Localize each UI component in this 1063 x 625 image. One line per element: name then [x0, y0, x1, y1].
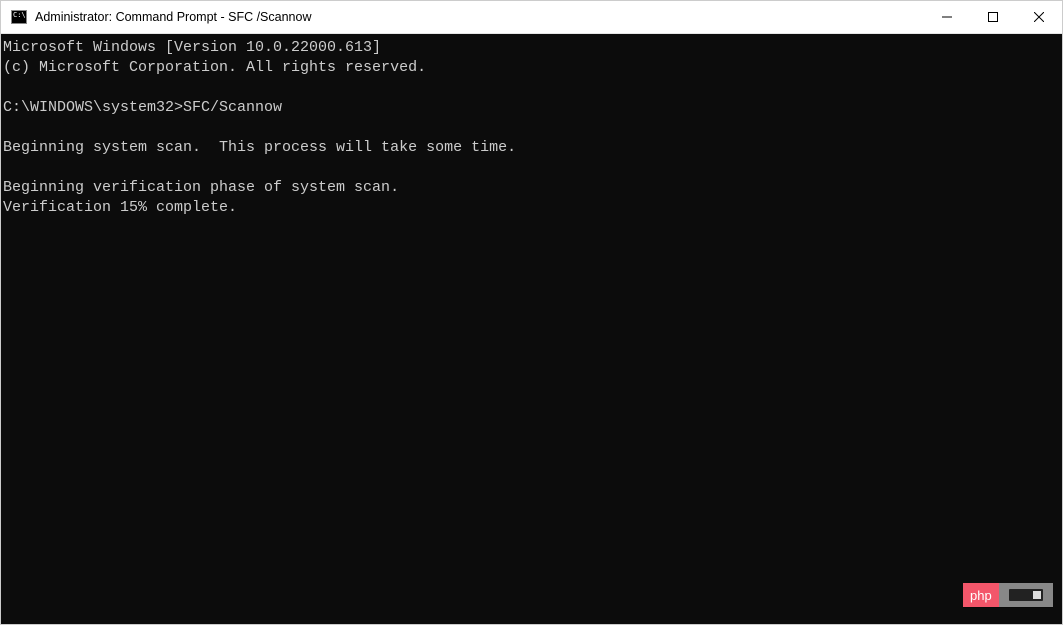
titlebar[interactable]: Administrator: Command Prompt - SFC /Sca…: [1, 1, 1062, 34]
window-title: Administrator: Command Prompt - SFC /Sca…: [35, 10, 924, 24]
terminal-line: Microsoft Windows [Version 10.0.22000.61…: [3, 39, 381, 56]
maximize-button[interactable]: [970, 1, 1016, 33]
terminal-line: Beginning system scan. This process will…: [3, 139, 516, 156]
terminal-line: Beginning verification phase of system s…: [3, 179, 399, 196]
watermark-right: [999, 583, 1053, 607]
minimize-icon: [942, 12, 952, 22]
close-icon: [1034, 12, 1044, 22]
terminal-line: Verification 15% complete.: [3, 199, 237, 216]
maximize-icon: [988, 12, 998, 22]
close-button[interactable]: [1016, 1, 1062, 33]
cmd-icon: [11, 10, 27, 24]
command-prompt-window: Administrator: Command Prompt - SFC /Sca…: [0, 0, 1063, 625]
terminal-line: (c) Microsoft Corporation. All rights re…: [3, 59, 426, 76]
minimize-button[interactable]: [924, 1, 970, 33]
watermark-badge: php: [963, 583, 1053, 607]
terminal-prompt-command: SFC/Scannow: [183, 99, 282, 116]
terminal-output[interactable]: Microsoft Windows [Version 10.0.22000.61…: [1, 34, 1062, 624]
terminal-prompt-path: C:\WINDOWS\system32>: [3, 99, 183, 116]
window-controls: [924, 1, 1062, 33]
watermark-label: php: [963, 583, 999, 607]
watermark-chip-icon: [1009, 589, 1043, 601]
